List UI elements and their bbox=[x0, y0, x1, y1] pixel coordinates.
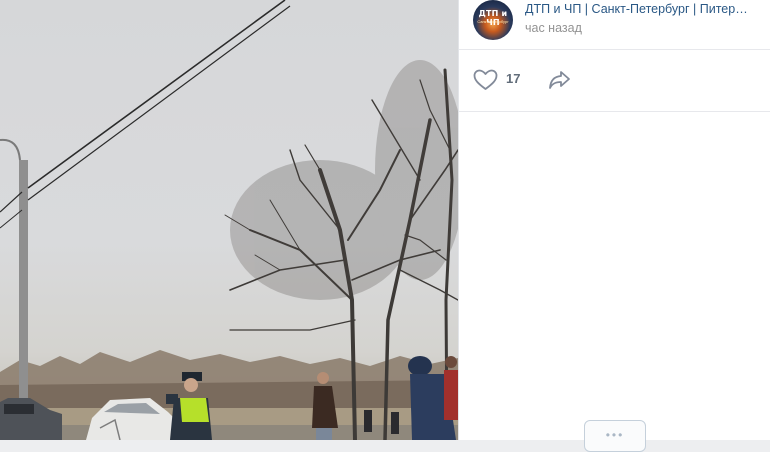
photo-scene bbox=[0, 0, 458, 440]
post-panel: ДТП и ЧП Санкт-Петербург ДТП и ЧП | Санк… bbox=[458, 0, 770, 452]
share-button[interactable] bbox=[547, 68, 573, 92]
comment-button[interactable]: ••• bbox=[584, 420, 646, 452]
heart-icon bbox=[473, 69, 498, 90]
avatar-logo-text: ДТП и ЧП bbox=[478, 9, 508, 27]
group-name-link[interactable]: ДТП и ЧП | Санкт-Петербург | Питер онлай… bbox=[525, 2, 751, 16]
post-header: ДТП и ЧП Санкт-Петербург ДТП и ЧП | Санк… bbox=[459, 0, 770, 50]
avatar-logo-subtext: Санкт-Петербург bbox=[477, 19, 509, 24]
post-time-link[interactable]: час назад bbox=[525, 21, 582, 35]
post-photo[interactable] bbox=[0, 0, 458, 440]
group-avatar[interactable]: ДТП и ЧП Санкт-Петербург bbox=[473, 0, 513, 40]
post-actions: 17 bbox=[459, 50, 770, 112]
like-count: 17 bbox=[506, 71, 521, 86]
share-arrow-icon bbox=[549, 71, 570, 89]
